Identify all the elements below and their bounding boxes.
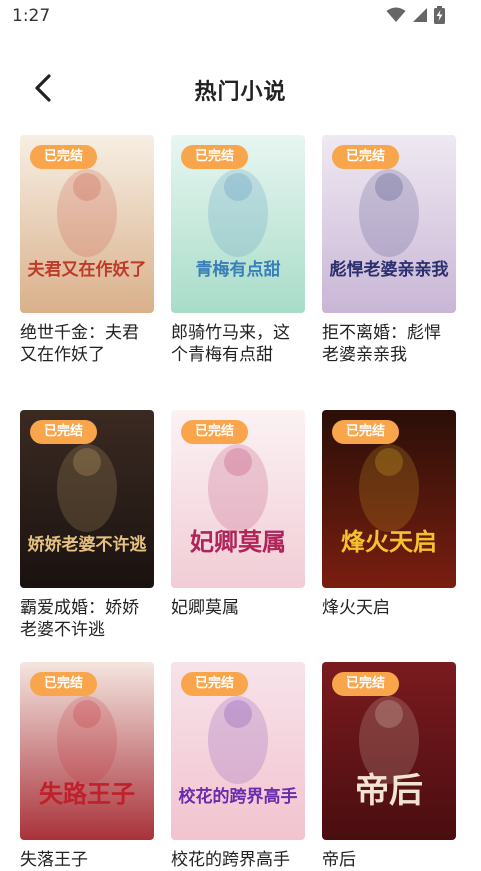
book-cover[interactable]: 夫君又在作妖了 已完结 bbox=[20, 135, 154, 313]
book-cover[interactable]: 妃卿莫属 已完结 bbox=[171, 410, 305, 588]
completed-badge: 已完结 bbox=[181, 672, 249, 696]
book-cover[interactable]: 彪悍老婆亲亲我 已完结 bbox=[322, 135, 456, 313]
book-cover[interactable]: 校花的跨界高手 已完结 bbox=[171, 662, 305, 840]
completed-badge: 已完结 bbox=[30, 420, 98, 444]
book-card[interactable]: 青梅有点甜 已完结郎骑竹马来，这个青梅有点甜 bbox=[171, 135, 305, 410]
book-cover[interactable]: 失路王子 已完结 bbox=[20, 662, 154, 840]
book-title[interactable]: 霸爱成婚：娇娇老婆不许逃 bbox=[20, 597, 150, 641]
page-title: 热门小说 bbox=[194, 80, 287, 105]
book-title[interactable]: 校花的跨界高手 bbox=[171, 849, 301, 871]
book-card[interactable]: 彪悍老婆亲亲我 已完结拒不离婚：彪悍老婆亲亲我 bbox=[322, 135, 456, 410]
app-header: 热门小说 bbox=[0, 58, 481, 118]
completed-badge: 已完结 bbox=[30, 145, 98, 169]
completed-badge: 已完结 bbox=[181, 420, 249, 444]
wifi-icon bbox=[386, 7, 406, 27]
completed-badge: 已完结 bbox=[332, 420, 400, 444]
book-title[interactable]: 妃卿莫属 bbox=[171, 597, 301, 619]
status-bar: 1:27 bbox=[0, 0, 481, 34]
book-title[interactable]: 郎骑竹马来，这个青梅有点甜 bbox=[171, 322, 301, 366]
book-title[interactable]: 失落王子 bbox=[20, 849, 150, 871]
cover-title-art: 妃卿莫属 bbox=[190, 527, 286, 556]
book-card[interactable]: 妃卿莫属 已完结妃卿莫属 bbox=[171, 410, 305, 662]
battery-charging-icon bbox=[434, 6, 445, 28]
status-icons bbox=[386, 6, 445, 28]
cover-title-art: 彪悍老婆亲亲我 bbox=[330, 259, 449, 280]
book-title[interactable]: 拒不离婚：彪悍老婆亲亲我 bbox=[322, 322, 452, 366]
book-cover[interactable]: 娇娇老婆不许逃 已完结 bbox=[20, 410, 154, 588]
cellular-signal-icon bbox=[412, 7, 428, 27]
cover-title-art: 青梅有点甜 bbox=[196, 259, 281, 280]
book-card[interactable]: 娇娇老婆不许逃 已完结霸爱成婚：娇娇老婆不许逃 bbox=[20, 410, 154, 662]
book-title[interactable]: 帝后 bbox=[322, 849, 452, 871]
book-cover[interactable]: 帝后 已完结 bbox=[322, 662, 456, 840]
book-title[interactable]: 绝世千金：夫君又在作妖了 bbox=[20, 322, 150, 366]
cover-title-art: 烽火天启 bbox=[341, 527, 437, 556]
completed-badge: 已完结 bbox=[30, 672, 98, 696]
completed-badge: 已完结 bbox=[332, 672, 400, 696]
book-card[interactable]: 失路王子 已完结失落王子 bbox=[20, 662, 154, 870]
cover-title-art: 帝后 bbox=[355, 771, 423, 811]
status-time: 1:27 bbox=[12, 6, 51, 26]
book-card[interactable]: 烽火天启 已完结烽火天启 bbox=[322, 410, 456, 662]
book-grid: 夫君又在作妖了 已完结 绝世千金：夫君又在作妖了 青梅有点甜 已完结 郎骑竹马来，这个青梅… bbox=[20, 135, 461, 870]
book-card[interactable]: 校花的跨界高手 已完结 校花的跨界高手 bbox=[171, 662, 305, 870]
completed-badge: 已完结 bbox=[181, 145, 249, 169]
cover-title-art: 夫君又在作妖了 bbox=[28, 259, 147, 280]
cover-title-art: 校花的跨界高手 bbox=[179, 786, 298, 807]
cover-title-art: 失路王子 bbox=[39, 779, 135, 808]
book-cover[interactable]: 烽火天启 已完结 bbox=[322, 410, 456, 588]
book-cover[interactable]: 青梅有点甜 已完结 bbox=[171, 135, 305, 313]
completed-badge: 已完结 bbox=[332, 145, 400, 169]
book-card[interactable]: 夫君又在作妖了 已完结绝世千金：夫君又在作妖了 bbox=[20, 135, 154, 410]
book-card[interactable]: 帝后 已完结帝后 bbox=[322, 662, 456, 870]
cover-title-art: 娇娇老婆不许逃 bbox=[28, 534, 148, 555]
book-title[interactable]: 烽火天启 bbox=[322, 597, 452, 619]
